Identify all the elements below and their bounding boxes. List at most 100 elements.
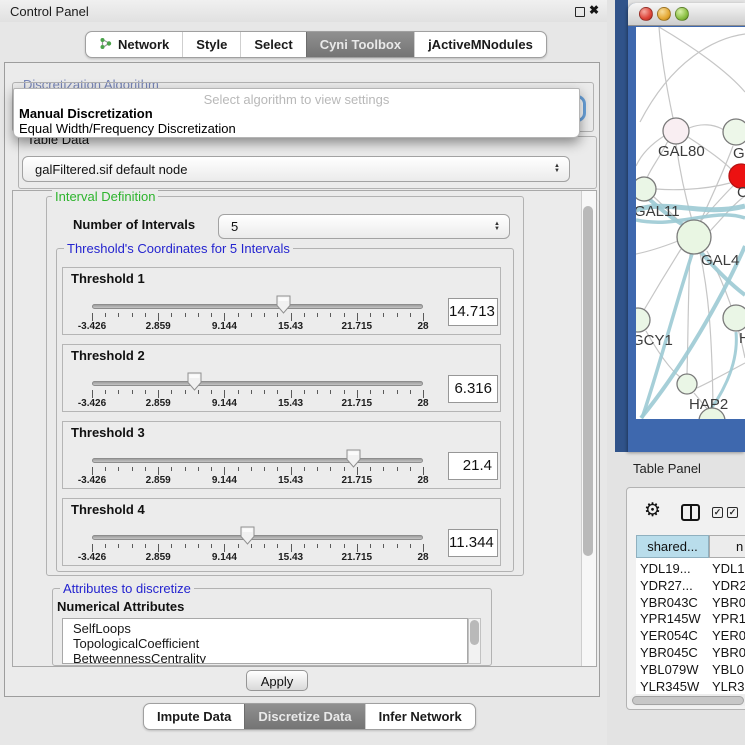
slider-track[interactable] [92, 304, 423, 309]
threshold-label: Threshold 2 [71, 348, 145, 363]
attribute-list-item[interactable]: SelfLoops [73, 621, 131, 636]
threshold-value-field[interactable]: 11.344 [448, 529, 498, 557]
table-column-header-shared-name[interactable]: shared... [636, 535, 709, 558]
table-data-combobox[interactable]: galFiltered.sif default node ▲▼ [22, 156, 570, 182]
threshold-value-field[interactable]: 6.316 [448, 375, 498, 403]
slider-tick-mark [357, 467, 358, 475]
attribute-list-item[interactable]: BetweennessCentrality [73, 651, 206, 664]
table-cell[interactable]: YBL0 [712, 662, 744, 677]
slider-tick-mark [344, 390, 345, 394]
tab-infer-network[interactable]: Infer Network [365, 704, 475, 729]
zoom-traffic-light[interactable] [675, 7, 689, 21]
tab-impute-data[interactable]: Impute Data [144, 704, 244, 729]
tab-jactivemnodules[interactable]: jActiveMNodules [414, 32, 546, 57]
combobox-spinner-icon: ▲▼ [494, 222, 500, 232]
network-node-h[interactable] [723, 305, 745, 331]
checkbox-icon[interactable]: ✓ [727, 507, 738, 518]
tab-cyni-toolbox[interactable]: Cyni Toolbox [306, 32, 414, 57]
table-cell[interactable]: YPR1 [712, 611, 745, 626]
attribute-list-item[interactable]: TopologicalCoefficient [73, 636, 199, 651]
table-column-header-name[interactable]: n [709, 535, 745, 558]
split-columns-icon[interactable] [681, 504, 700, 521]
menu-item-equal-width-frequency-discretization[interactable]: Equal Width/Frequency Discretization [19, 121, 236, 136]
slider-track[interactable] [92, 535, 423, 540]
close-icon[interactable]: ✖ [589, 3, 599, 17]
table-cell[interactable]: YBR0 [712, 645, 745, 660]
slider-tick-mark [397, 390, 398, 394]
threshold-panel: Threshold 1-3.4262.8599.14415.4321.71528… [62, 267, 501, 335]
slider-tick-mark [118, 313, 119, 317]
table-cell[interactable]: YER0 [712, 628, 745, 643]
slider-tick-mark [105, 544, 106, 548]
tab-select[interactable]: Select [240, 32, 305, 57]
slider-thumb[interactable] [240, 526, 255, 545]
slider-tick-mark [357, 544, 358, 552]
horizontal-scrollbar-thumb[interactable] [632, 696, 744, 705]
threshold-value-field[interactable]: 14.713 [448, 298, 498, 326]
slider-tick-mark [304, 544, 305, 548]
table-cell[interactable]: YBR045C [640, 645, 698, 660]
slider-tick-mark [185, 313, 186, 317]
slider-thumb[interactable] [276, 295, 291, 314]
slider-tick-mark [171, 544, 172, 548]
slider-tick-mark [383, 313, 384, 317]
vertical-scrollbar-thumb[interactable] [583, 206, 593, 556]
attributes-group-label: Attributes to discretize [60, 581, 194, 596]
slider-tick-mark [105, 467, 106, 471]
table-cell[interactable]: YLR3 [712, 679, 745, 694]
table-cell[interactable]: YLR345W [640, 679, 699, 694]
slider-tick-label: 2.859 [136, 552, 180, 563]
table-cell[interactable]: YBR0 [712, 595, 745, 610]
numerical-attributes-list[interactable]: SelfLoopsTopologicalCoefficientBetweenne… [62, 618, 468, 664]
slider-tick-mark [317, 313, 318, 317]
slider-thumb[interactable] [187, 372, 202, 391]
slider-tick-mark [410, 390, 411, 394]
network-node-gal11[interactable] [636, 177, 656, 201]
table-cell[interactable]: YDL1 [712, 561, 745, 576]
slider-thumb[interactable] [346, 449, 361, 468]
tab-network[interactable]: Network [86, 32, 182, 57]
tab-discretize-data[interactable]: Discretize Data [244, 704, 364, 729]
slider-tick-mark [211, 390, 212, 394]
float-window-icon[interactable] [575, 7, 585, 17]
checkbox-icon[interactable]: ✓ [712, 507, 723, 518]
apply-button[interactable]: Apply [246, 670, 308, 691]
table-cell[interactable]: YDR2 [712, 578, 745, 593]
slider-tick-mark [118, 467, 119, 471]
slider-track[interactable] [92, 458, 423, 463]
slider-tick-mark [291, 467, 292, 475]
network-node-gal80[interactable] [663, 118, 689, 144]
threshold-value-field[interactable]: 21.4 [448, 452, 498, 480]
minimize-traffic-light[interactable] [657, 7, 671, 21]
network-node-hap2[interactable] [677, 374, 697, 394]
table-cell[interactable]: YPR145W [640, 611, 701, 626]
network-node-label: C [737, 184, 745, 201]
table-cell[interactable]: YER054C [640, 628, 698, 643]
slider-tick-mark [277, 467, 278, 471]
slider-tick-mark [185, 467, 186, 471]
screenshot-root: Control Panel ✖ NetworkStyleSelectCyni T… [0, 0, 745, 745]
network-window-titlebar [628, 3, 745, 26]
network-icon [99, 37, 112, 53]
slider-tick-mark [304, 390, 305, 394]
menu-item-manual-discretization[interactable]: Manual Discretization [19, 106, 153, 121]
attributes-list-scrollbar-thumb[interactable] [470, 620, 479, 645]
table-cell[interactable]: YDL19... [640, 561, 691, 576]
network-node-g[interactable] [723, 119, 745, 145]
table-cell[interactable]: YDR27... [640, 578, 693, 593]
table-cell[interactable]: YBR043C [640, 595, 698, 610]
slider-track[interactable] [92, 381, 423, 386]
slider-tick-label: 21.715 [335, 552, 379, 563]
network-node-gal4[interactable] [677, 220, 711, 254]
table-cell[interactable]: YBL079W [640, 662, 699, 677]
network-canvas[interactable]: GAL80G.CGAL11GAL4GCY1HHAP2 [636, 27, 745, 419]
network-node-label: GAL11 [636, 203, 680, 220]
network-node-gcy1[interactable] [636, 308, 650, 332]
number-of-intervals-combobox[interactable]: 5 ▲▼ [218, 214, 510, 239]
close-traffic-light[interactable] [639, 7, 653, 21]
network-graph: GAL80G.CGAL11GAL4GCY1HHAP2 [636, 27, 745, 419]
tab-style[interactable]: Style [182, 32, 240, 57]
network-edge [659, 27, 673, 118]
slider-tick-label: -3.426 [70, 552, 114, 563]
settings-gear-icon[interactable]: ⚙ [644, 499, 661, 522]
